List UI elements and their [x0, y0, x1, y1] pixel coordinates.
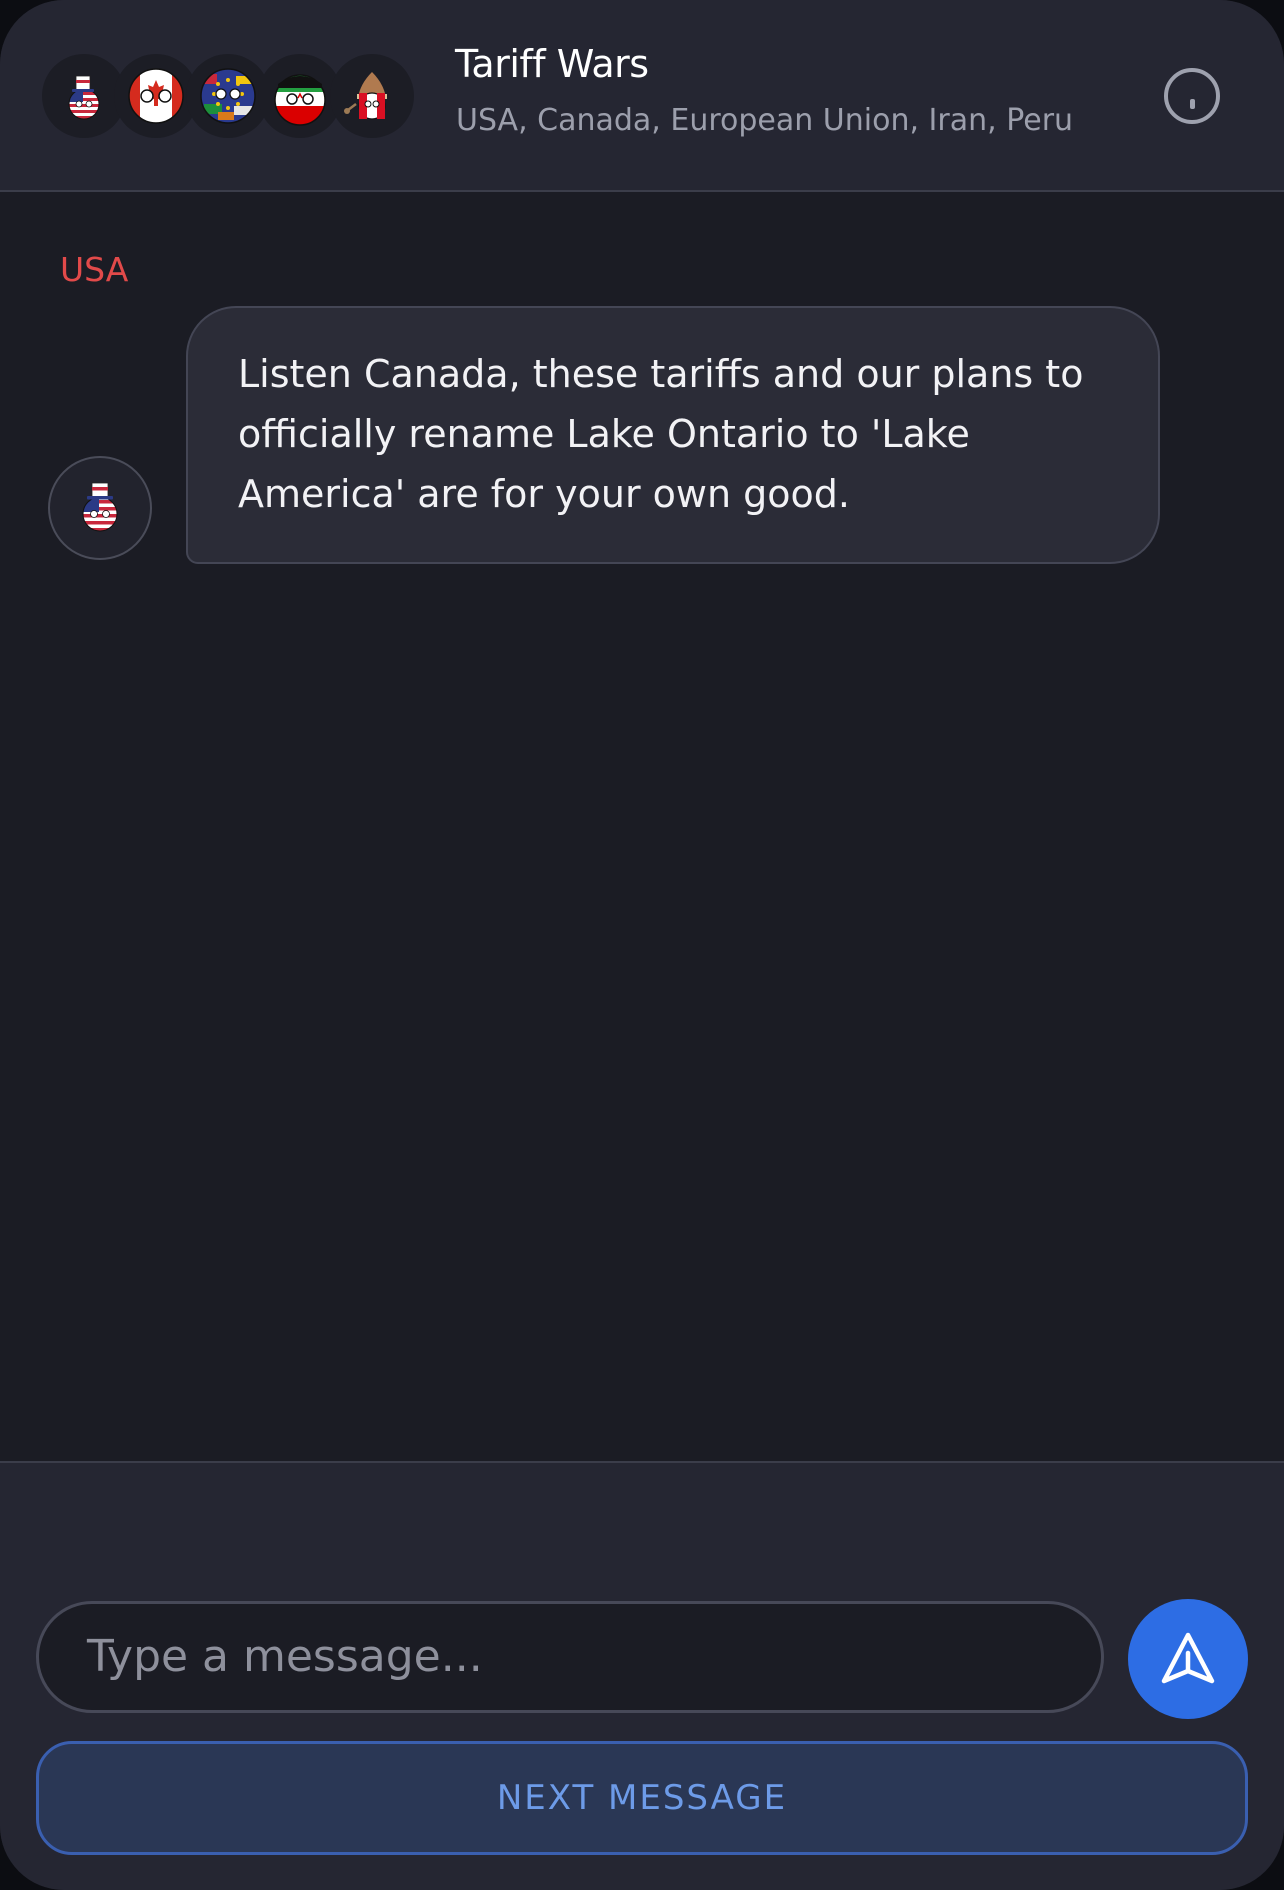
peru-ball-icon	[330, 54, 414, 138]
composer: Type a message... NEXT MESSAGE	[0, 1461, 1284, 1890]
chat-header: Tariff Wars USA, Canada, European Union,…	[0, 0, 1284, 192]
send-icon	[1161, 1632, 1215, 1684]
next-message-button[interactable]: NEXT MESSAGE	[36, 1741, 1248, 1855]
participants-list: USA, Canada, European Union, Iran, Peru	[456, 103, 1074, 138]
message-bubble: Listen Canada, these tariffs and our pla…	[186, 306, 1160, 564]
message-list[interactable]: USA Listen Canada, these tariffs and our…	[0, 192, 1284, 1461]
usa-ball-icon	[48, 456, 152, 560]
message-sender: USA	[60, 250, 129, 289]
send-button[interactable]	[1128, 1599, 1248, 1719]
chat-title: Tariff Wars	[455, 42, 649, 86]
message-input[interactable]: Type a message...	[36, 1601, 1104, 1713]
info-icon[interactable]	[1164, 68, 1220, 124]
chat-screen: Tariff Wars USA, Canada, European Union,…	[0, 0, 1284, 1890]
